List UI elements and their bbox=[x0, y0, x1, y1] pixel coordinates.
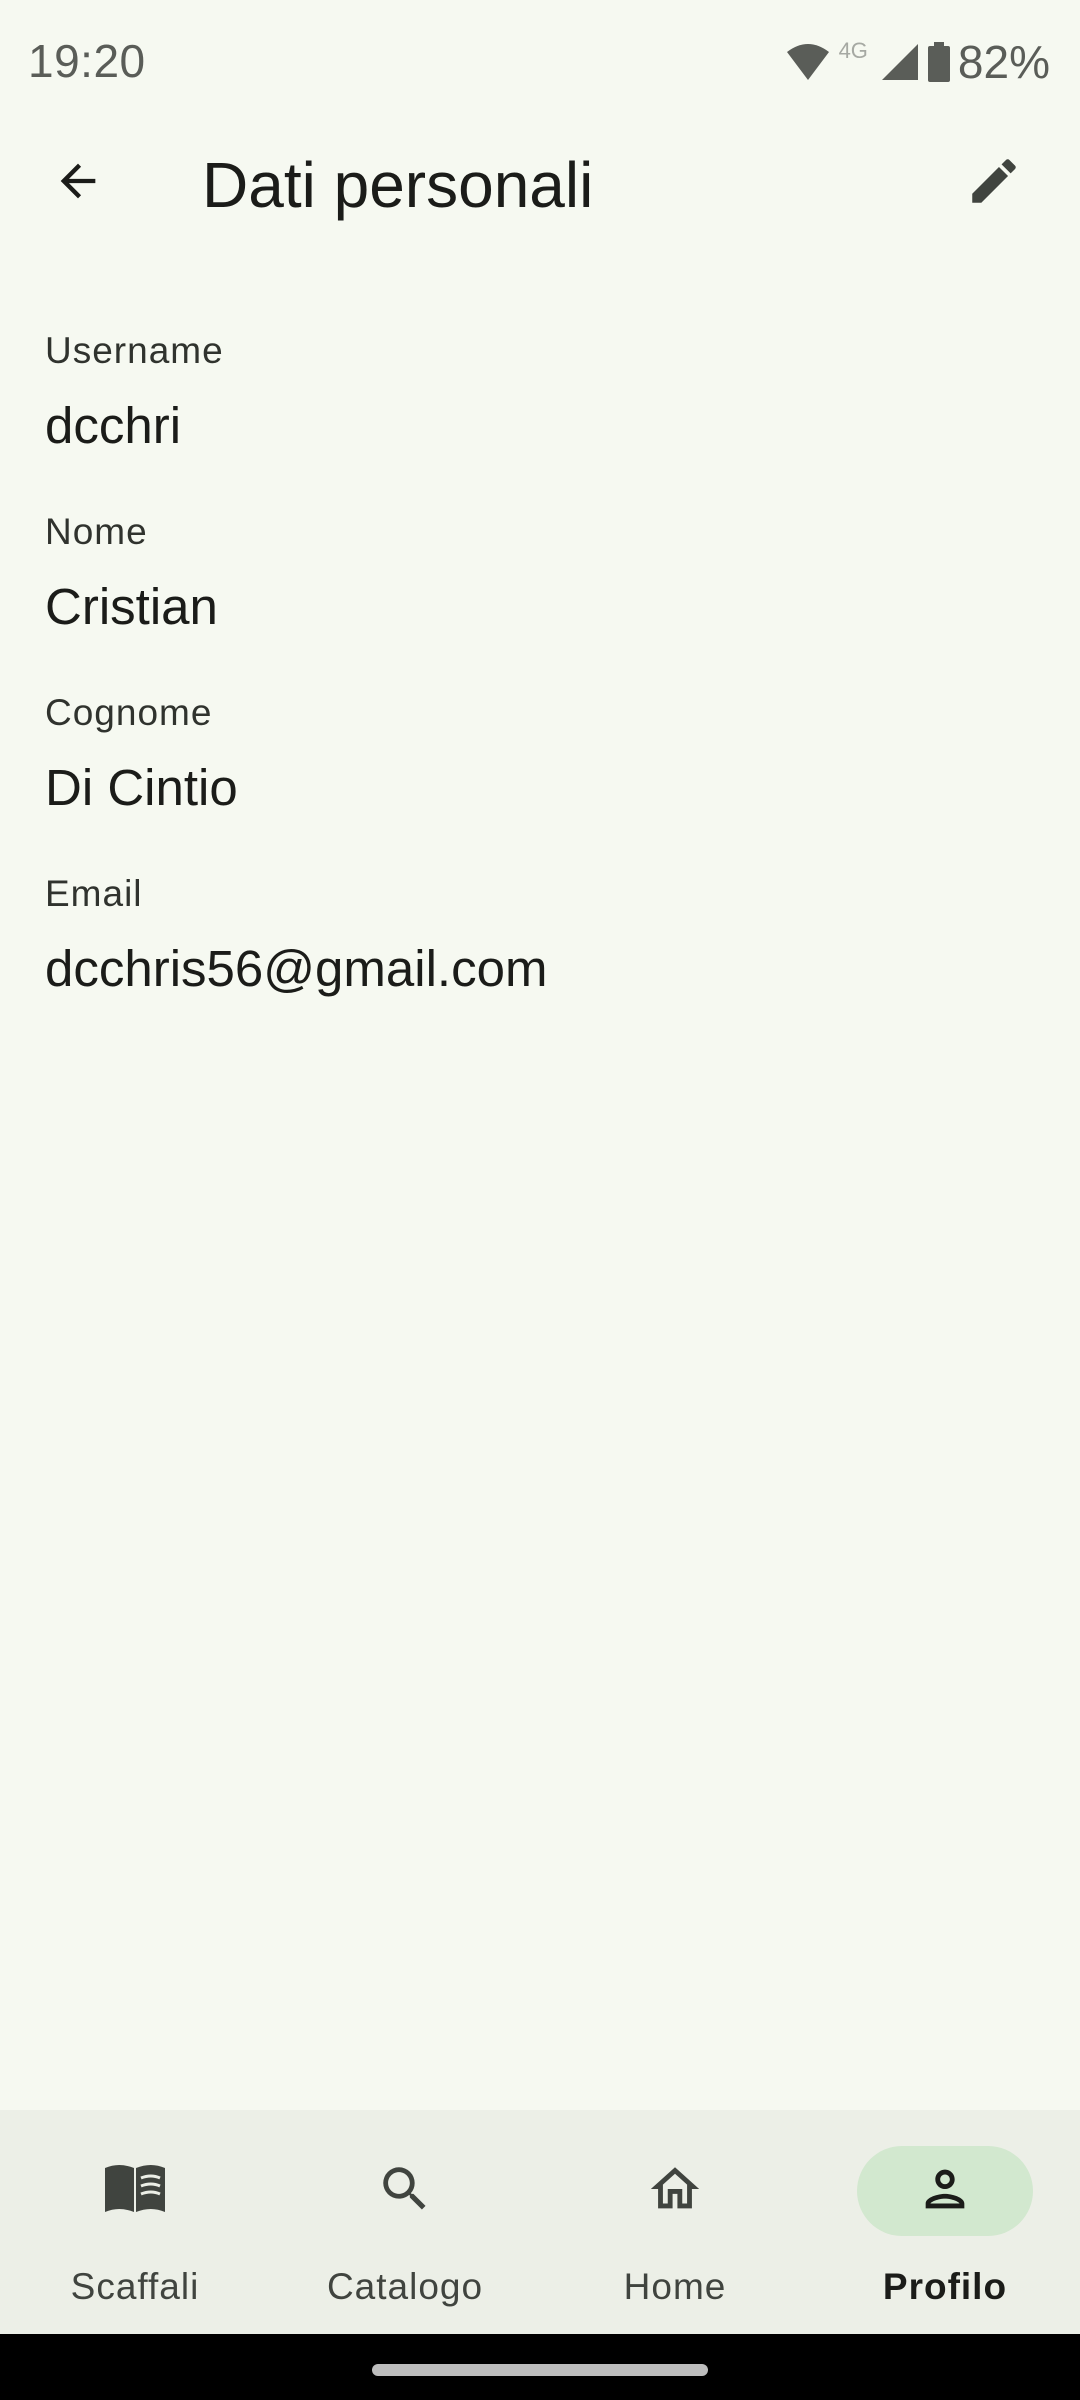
field-label: Username bbox=[45, 330, 224, 371]
nav-pill-active bbox=[857, 2146, 1033, 2236]
network-type: 4G bbox=[838, 38, 868, 63]
signal-icon bbox=[880, 42, 920, 82]
gesture-navigation-bar bbox=[0, 2334, 1080, 2400]
home-icon bbox=[646, 2160, 704, 2223]
field-label: Cognome bbox=[45, 692, 213, 733]
arrow-back-icon bbox=[52, 155, 104, 212]
edit-button[interactable] bbox=[946, 135, 1042, 231]
nav-pill bbox=[587, 2146, 763, 2236]
status-icons: 4G 82% bbox=[785, 34, 1050, 90]
field-label: Email bbox=[45, 873, 143, 914]
nav-label: Catalogo bbox=[326, 2266, 484, 2307]
nav-label: Scaffali bbox=[70, 2266, 200, 2307]
nav-label: Profilo bbox=[882, 2266, 1008, 2307]
battery-level: 82% bbox=[957, 36, 1050, 88]
status-bar: 19:20 4G 82% bbox=[0, 0, 1080, 126]
nav-pill bbox=[317, 2146, 493, 2236]
bottom-navigation: Scaffali Catalogo Home Profilo bbox=[0, 2110, 1080, 2334]
back-button[interactable] bbox=[30, 135, 126, 231]
book-icon bbox=[103, 2162, 167, 2221]
field-label: Nome bbox=[45, 511, 148, 552]
personal-data-list: Username dcchri Nome Cristian Cognome Di… bbox=[45, 326, 1035, 1050]
nav-pill bbox=[47, 2146, 223, 2236]
nav-item-scaffali[interactable]: Scaffali bbox=[0, 2110, 270, 2334]
field-value: Cristian bbox=[45, 578, 218, 635]
field-cognome: Cognome Di Cintio bbox=[45, 688, 1035, 869]
app-bar: Dati personali bbox=[0, 126, 1080, 240]
nav-item-home[interactable]: Home bbox=[540, 2110, 810, 2334]
nav-item-catalogo[interactable]: Catalogo bbox=[270, 2110, 540, 2334]
battery-icon bbox=[927, 42, 950, 82]
field-email: Email dcchris56@gmail.com bbox=[45, 869, 1035, 1050]
nav-label: Home bbox=[623, 2266, 727, 2307]
pencil-icon bbox=[965, 152, 1023, 215]
field-value: Di Cintio bbox=[45, 759, 238, 816]
field-value: dcchris56@gmail.com bbox=[45, 940, 548, 997]
wifi-icon bbox=[785, 42, 831, 82]
nav-item-profilo[interactable]: Profilo bbox=[810, 2110, 1080, 2334]
search-icon bbox=[376, 2160, 434, 2223]
field-nome: Nome Cristian bbox=[45, 507, 1035, 688]
field-username: Username dcchri bbox=[45, 326, 1035, 507]
field-value: dcchri bbox=[45, 397, 182, 454]
status-time: 19:20 bbox=[28, 35, 146, 87]
page-title: Dati personali bbox=[202, 149, 594, 221]
person-icon bbox=[916, 2160, 974, 2223]
gesture-handle[interactable] bbox=[372, 2364, 708, 2376]
